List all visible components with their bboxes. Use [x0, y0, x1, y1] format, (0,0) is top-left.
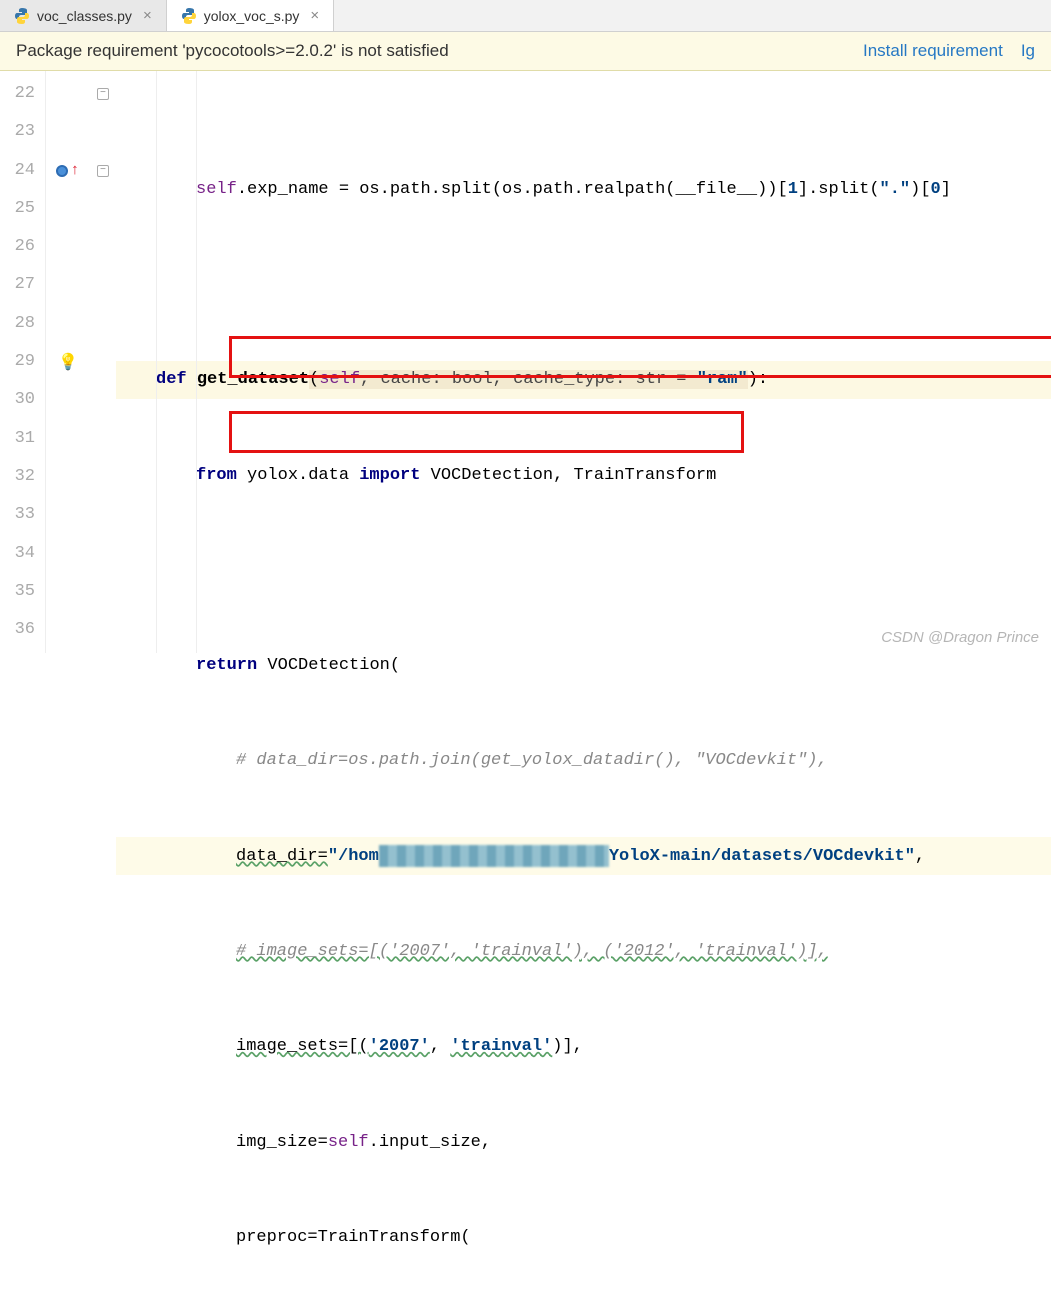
line-number: 35: [0, 573, 35, 611]
line-number: 27: [0, 266, 35, 304]
fold-toggle-icon[interactable]: −: [97, 88, 109, 100]
code-line: image_sets=[('2007', 'trainval')],: [116, 1028, 1051, 1066]
python-file-icon: [181, 8, 197, 24]
code-line: # image_sets=[('2007', 'trainval'), ('20…: [116, 932, 1051, 970]
code-line: [116, 265, 1051, 303]
close-icon[interactable]: ×: [310, 7, 319, 24]
fold-toggle-icon[interactable]: −: [97, 165, 109, 177]
tab-voc-classes[interactable]: voc_classes.py ×: [0, 0, 167, 31]
tab-label: yolox_voc_s.py: [204, 8, 300, 24]
line-number: 25: [0, 190, 35, 228]
banner-message: Package requirement 'pycocotools>=2.0.2'…: [16, 41, 449, 61]
editor-tabs: voc_classes.py × yolox_voc_s.py ×: [0, 0, 1051, 32]
ignore-requirement-link[interactable]: Ig: [1021, 41, 1035, 61]
code-line: from yolox.data import VOCDetection, Tra…: [116, 456, 1051, 494]
python-file-icon: [14, 8, 30, 24]
code-line: img_size=self.input_size,: [116, 1123, 1051, 1161]
line-number: 32: [0, 458, 35, 496]
line-number: 26: [0, 228, 35, 266]
line-number: 34: [0, 535, 35, 573]
fold-column: − −: [90, 71, 116, 653]
line-number: 29: [0, 343, 35, 381]
lightbulb-icon[interactable]: 💡: [58, 352, 78, 372]
line-number: 24: [0, 152, 35, 190]
redacted-path: [379, 845, 609, 867]
install-requirement-link[interactable]: Install requirement: [863, 41, 1003, 61]
code-line: # data_dir=os.path.join(get_yolox_datadi…: [116, 742, 1051, 780]
code-line: return VOCDetection(: [116, 646, 1051, 684]
code-line: preproc=TrainTransform(: [116, 1218, 1051, 1256]
breakpoint-icon[interactable]: [56, 165, 68, 177]
tab-label: voc_classes.py: [37, 8, 132, 24]
annotation-red-box: [229, 411, 744, 453]
override-up-arrow-icon[interactable]: ↑: [70, 162, 79, 179]
line-number: 30: [0, 381, 35, 419]
code-line: data_dir="/homYoloX-main/datasets/VOCdev…: [116, 837, 1051, 875]
close-icon[interactable]: ×: [143, 7, 152, 24]
watermark: CSDN @Dragon Prince: [881, 629, 1039, 646]
code-editor[interactable]: 22 23 24 25 26 27 28 29 30 31 32 33 34 3…: [0, 71, 1051, 653]
code-line: def get_dataset(self, cache: bool, cache…: [116, 361, 1051, 399]
code-line: [116, 551, 1051, 589]
line-number: 28: [0, 305, 35, 343]
marker-column: ↑ 💡: [46, 71, 90, 653]
code-line: self.exp_name = os.path.split(os.path.re…: [116, 170, 1051, 208]
tab-yolox-voc-s[interactable]: yolox_voc_s.py ×: [167, 0, 334, 31]
line-number: 36: [0, 611, 35, 649]
requirement-banner: Package requirement 'pycocotools>=2.0.2'…: [0, 32, 1051, 71]
line-number: 23: [0, 113, 35, 151]
line-number: 31: [0, 420, 35, 458]
line-number: 22: [0, 75, 35, 113]
code-content[interactable]: self.exp_name = os.path.split(os.path.re…: [116, 71, 1051, 653]
line-number: 33: [0, 496, 35, 534]
line-number-gutter: 22 23 24 25 26 27 28 29 30 31 32 33 34 3…: [0, 71, 46, 653]
